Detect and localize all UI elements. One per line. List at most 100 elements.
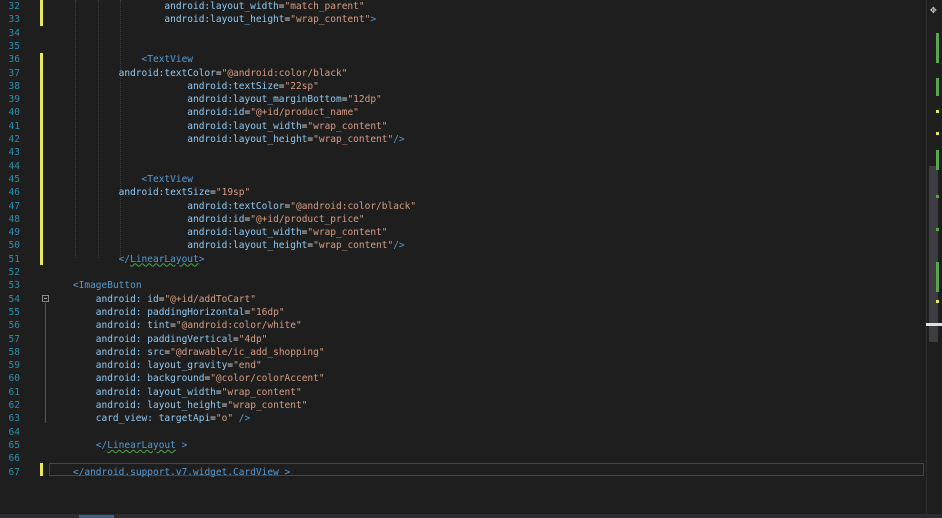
code-token: "wrap_content" (307, 120, 388, 132)
code-text: android: id="@+id/addToCart" (50, 293, 256, 306)
code-text: android:layout_height="wrap_content"/> (50, 133, 404, 146)
code-text: android:id="@+id/product_price" (50, 213, 364, 226)
code-text: </LinearLayout > (50, 439, 188, 452)
code-line[interactable]: 56 android: tint="@android:color/white" (0, 319, 924, 332)
code-line[interactable]: 41 android:layout_width="wrap_content" (0, 120, 924, 133)
line-number: 47 (8, 200, 20, 212)
code-line[interactable]: 63 card_view: targetApi="o" /> (0, 412, 924, 425)
code-line[interactable]: 40 android:id="@+id/product_name" (0, 106, 924, 119)
code-line[interactable]: 33 android:layout_height="wrap_content"> (0, 13, 924, 26)
code-token: TextView (147, 173, 194, 185)
line-number: 49 (8, 227, 20, 239)
code-line[interactable]: 49 android:layout_width="wrap_content" (0, 226, 924, 239)
scroll-change-mark (936, 33, 939, 63)
code-line[interactable]: 60 android: background="@color/colorAcce… (0, 372, 924, 385)
code-token: /> (233, 413, 251, 425)
code-line[interactable]: 59 android: layout_gravity="end" (0, 359, 924, 372)
code-line[interactable]: 52 (0, 266, 924, 279)
code-text: android:textColor="@android:color/black" (50, 200, 416, 213)
code-text: android:layout_height="wrap_content"> (50, 13, 376, 26)
code-token: > (175, 439, 188, 451)
code-line[interactable]: 44 (0, 160, 924, 173)
line-number: 54 (8, 293, 20, 305)
code-line[interactable]: 34 (0, 27, 924, 40)
code-text: android: background="@color/colorAccent" (50, 372, 325, 385)
code-text: android:layout_height="wrap_content"/> (50, 239, 404, 252)
code-token: layout_width (141, 386, 216, 398)
code-token: "22sp" (284, 80, 319, 92)
code-token: "@+id/product_name" (250, 107, 359, 119)
scroll-change-mark (936, 300, 939, 303)
code-line[interactable]: 32 android:layout_width="match_parent" (0, 0, 924, 13)
code-token: android:layout_width (187, 227, 302, 239)
code-line[interactable]: 48 android:id="@+id/product_price" (0, 213, 924, 226)
code-token: android: (95, 333, 142, 345)
code-text: android: layout_width="wrap_content" (50, 386, 302, 399)
code-token: LinearLayout (107, 439, 176, 451)
line-number: 45 (8, 173, 20, 185)
code-line[interactable]: 38 android:textSize="22sp" (0, 80, 924, 93)
code-text: android: src="@drawable/ic_add_shopping" (50, 346, 325, 359)
code-token: android:id (187, 213, 245, 225)
code-line[interactable]: 35 (0, 40, 924, 53)
code-line[interactable]: 61 android: layout_width="wrap_content" (0, 386, 924, 399)
code-line[interactable]: 47 android:textColor="@android:color/bla… (0, 200, 924, 213)
code-line[interactable]: 65 </LinearLayout > (0, 439, 924, 452)
code-token: android: (95, 400, 142, 411)
split-window-icon[interactable]: ✥ (930, 3, 937, 16)
code-line[interactable]: 46 android:textSize="19sp" (0, 186, 924, 199)
code-line[interactable]: 50 android:layout_height="wrap_content"/… (0, 239, 924, 252)
code-line[interactable]: 45 <TextView (0, 173, 924, 186)
code-line[interactable]: 43 (0, 146, 924, 159)
line-number: 62 (8, 400, 20, 411)
code-token: "wrap_content" (227, 400, 308, 411)
code-line[interactable]: 42 android:layout_height="wrap_content"/… (0, 133, 924, 146)
code-editor[interactable]: 32 android:layout_width="match_parent" 33… (0, 0, 924, 518)
code-line[interactable]: 39 android:layout_marginBottom="12dp" (0, 93, 924, 106)
code-line[interactable]: 54 android: id="@+id/addToCart" (0, 293, 924, 306)
code-token: "match_parent" (284, 1, 365, 12)
code-line[interactable]: 67 </android.support.v7.widget.CardView … (0, 466, 924, 479)
code-token: targetApi (152, 413, 211, 425)
code-line[interactable]: 64 (0, 426, 924, 439)
code-line[interactable]: 36 <TextView (0, 53, 924, 66)
code-token: ImageButton (78, 280, 142, 292)
code-token: "12dp" (347, 94, 382, 106)
code-line[interactable]: 58 android: src="@drawable/ic_add_shoppi… (0, 346, 924, 359)
line-number: 58 (8, 346, 20, 358)
code-text: android: paddingVertical="4dp" (50, 333, 268, 346)
line-number: 53 (8, 280, 20, 292)
code-line[interactable]: 53 <ImageButton (0, 279, 924, 292)
code-token: TextView (147, 54, 194, 66)
line-number: 60 (8, 373, 20, 385)
code-token: "4dp" (238, 333, 268, 345)
code-token: > (278, 466, 291, 478)
code-token: "wrap_content" (290, 14, 371, 26)
code-text: android:layout_marginBottom="12dp" (50, 93, 382, 106)
code-line[interactable]: 55 android: paddingHorizontal="16dp" (0, 306, 924, 319)
code-line[interactable]: 66 (0, 452, 924, 465)
scroll-change-mark (936, 132, 939, 135)
code-token: android:layout_marginBottom (187, 94, 342, 106)
horizontal-scrollbar[interactable] (0, 514, 942, 518)
code-line[interactable]: 37 android:textColor="@android:color/bla… (0, 67, 924, 80)
code-line[interactable]: 57 android: paddingVertical="4dp" (0, 333, 924, 346)
code-text: android:textColor="@android:color/black" (50, 67, 348, 80)
scrollbar-thumb[interactable] (929, 166, 938, 342)
code-token: > (198, 253, 205, 265)
code-token: "@android:color/white" (175, 320, 302, 332)
code-line[interactable]: 62 android: layout_height="wrap_content" (0, 399, 924, 412)
code-token: "wrap_content" (307, 227, 388, 239)
code-line[interactable]: 51 </LinearLayout> (0, 253, 924, 266)
